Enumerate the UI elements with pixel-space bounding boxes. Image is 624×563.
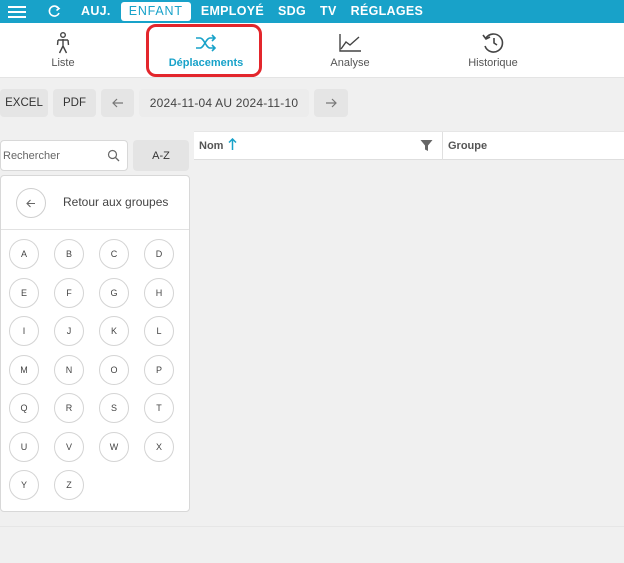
nav-enfant[interactable]: ENFANT [120, 2, 191, 21]
shuffle-icon [195, 31, 217, 55]
letter-a-button[interactable]: A [9, 239, 39, 269]
excel-button[interactable]: EXCEL [0, 89, 48, 117]
sort-ascending-icon[interactable] [228, 138, 237, 150]
letter-r-button[interactable]: R [54, 393, 84, 423]
back-to-groups-row[interactable]: Retour aux groupes [1, 176, 189, 230]
pdf-button[interactable]: PDF [53, 89, 96, 117]
data-grid-body [194, 129, 624, 526]
nav-auj[interactable]: AUJ. [74, 2, 118, 21]
letter-z-button[interactable]: Z [54, 470, 84, 500]
tab-liste[interactable]: Liste [35, 23, 91, 78]
letter-q-button[interactable]: Q [9, 393, 39, 423]
tab-analyse[interactable]: Analyse [322, 23, 378, 78]
column-header-nom[interactable]: Nom [199, 140, 223, 152]
tab-label: Historique [468, 57, 518, 69]
letter-m-button[interactable]: M [9, 354, 39, 385]
az-sort-button[interactable]: A-Z [133, 140, 189, 171]
letter-y-button[interactable]: Y [9, 470, 39, 500]
letter-g-button[interactable]: G [99, 277, 129, 308]
back-to-groups-label: Retour aux groupes [63, 195, 169, 209]
letter-n-button[interactable]: N [54, 354, 84, 385]
search-input[interactable] [1, 149, 101, 162]
nav-employe[interactable]: EMPLOYÉ [194, 2, 271, 21]
letter-d-button[interactable]: D [144, 239, 174, 269]
tab-label: Déplacements [168, 57, 244, 69]
toolbar: EXCEL PDF 2024-11-04 AU 2024-11-10 [0, 79, 624, 129]
letter-t-button[interactable]: T [144, 393, 174, 423]
footer-area [0, 526, 624, 563]
arrow-left-icon [111, 98, 123, 108]
tab-deplacements[interactable]: Déplacements [160, 23, 252, 78]
tab-label: Analyse [330, 57, 370, 69]
next-week-button[interactable] [314, 89, 348, 117]
refresh-icon[interactable] [34, 0, 74, 23]
group-letter-panel: Retour aux groupes ABCD EFGH IJKL MNOP QRST U… [0, 175, 190, 512]
letter-f-button[interactable]: F [54, 277, 84, 308]
data-grid-header: Nom Groupe [194, 131, 624, 160]
letter-v-button[interactable]: V [54, 431, 84, 462]
nav-sdg[interactable]: SDG [271, 2, 313, 21]
letter-x-button[interactable]: X [144, 431, 174, 462]
previous-week-button[interactable] [101, 89, 134, 117]
tab-label: Liste [51, 57, 75, 69]
letter-c-button[interactable]: C [99, 239, 129, 269]
top-nav-bar: AUJ. ENFANT EMPLOYÉ SDG TV RÉGLAGES [0, 0, 624, 23]
column-separator [442, 132, 443, 160]
letter-j-button[interactable]: J [54, 316, 84, 346]
letter-o-button[interactable]: O [99, 354, 129, 385]
letter-u-button[interactable]: U [9, 431, 39, 462]
back-button[interactable] [16, 188, 46, 218]
hamburger-menu-icon[interactable] [0, 0, 34, 23]
letter-w-button[interactable]: W [99, 431, 129, 462]
filter-icon[interactable] [420, 139, 433, 152]
column-header-groupe[interactable]: Groupe [448, 140, 487, 152]
letter-p-button[interactable]: P [144, 354, 174, 385]
tab-historique[interactable]: Historique [460, 23, 526, 78]
search-icon[interactable] [107, 149, 120, 162]
history-icon [481, 31, 505, 55]
letter-b-button[interactable]: B [54, 239, 84, 269]
arrow-right-icon [326, 98, 337, 108]
arrow-left-icon [26, 199, 35, 207]
letter-h-button[interactable]: H [144, 277, 174, 308]
line-chart-icon [338, 31, 362, 55]
search-box [0, 140, 128, 171]
letter-l-button[interactable]: L [144, 316, 174, 346]
person-icon [54, 31, 72, 55]
date-range-display[interactable]: 2024-11-04 AU 2024-11-10 [139, 89, 309, 117]
nav-tv[interactable]: TV [313, 2, 344, 21]
letter-s-button[interactable]: S [99, 393, 129, 423]
letter-k-button[interactable]: K [99, 316, 129, 346]
sub-tab-bar: Liste Déplacements Analyse Historique H [0, 23, 624, 90]
nav-reglages[interactable]: RÉGLAGES [344, 2, 431, 21]
letter-i-button[interactable]: I [9, 316, 39, 346]
letter-e-button[interactable]: E [9, 277, 39, 308]
